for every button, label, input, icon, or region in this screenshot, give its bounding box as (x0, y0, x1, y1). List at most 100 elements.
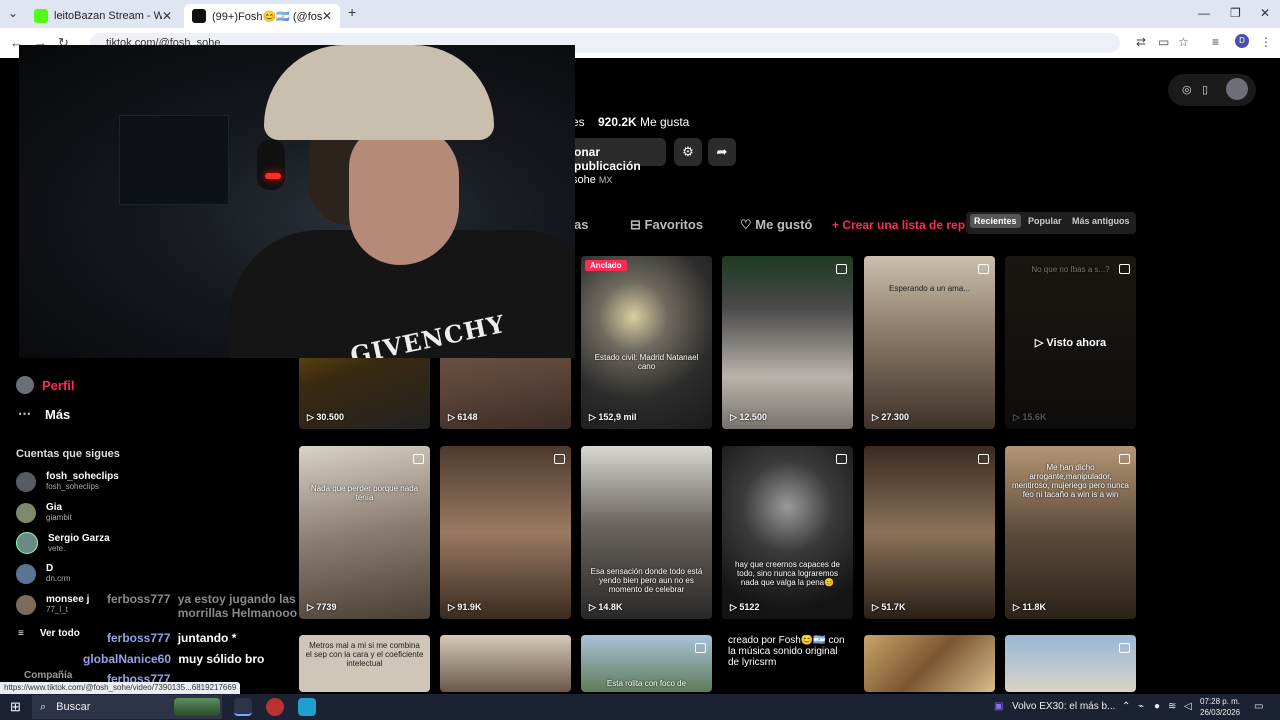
list-icon: ≡ (18, 628, 24, 639)
link-status-url: https://www.tiktok.com/@fosh_sohe/video/… (0, 682, 241, 694)
notification-icon[interactable]: ▭ (1254, 701, 1263, 712)
video-tile[interactable] (864, 635, 995, 692)
sort-mas-antiguos[interactable]: Más antiguos (1072, 216, 1130, 226)
tab-search-icon[interactable]: ⌄ (8, 6, 18, 20)
following-item[interactable]: Sergio Garza vete. (16, 532, 110, 554)
avatar (16, 532, 38, 554)
watched-now-label: ▷ Visto ahora (1034, 337, 1107, 349)
photo-carousel-icon (695, 643, 706, 653)
close-icon[interactable]: ✕ (162, 9, 172, 23)
video-tile[interactable] (440, 635, 571, 692)
video-tile[interactable]: ▷ 91.9K (440, 446, 571, 619)
ver-todo-link[interactable]: ≡ Ver todo (18, 628, 80, 639)
pinned-badge: Anclado (585, 260, 627, 271)
heart-icon: ♡ (740, 217, 752, 232)
bookmark-star-icon[interactable]: ☆ (1178, 35, 1189, 49)
minimize-icon[interactable]: — (1198, 6, 1210, 20)
likes-label: Me gusta (640, 115, 690, 129)
following-item[interactable]: fosh_soheclips fosh_soheclips (16, 471, 119, 492)
browser-tab-bar: ⌄ leitoBazan Stream - Watch Live ✕ (99+)… (0, 0, 1280, 28)
video-tile[interactable]: Nada que perder porque nada tenía ▷ 7739 (299, 446, 430, 619)
close-icon[interactable]: ✕ (322, 9, 332, 23)
avatar (16, 376, 34, 394)
video-tile[interactable]: Anclado Estado civil: Madrid Natanael ca… (581, 256, 712, 429)
search-icon: ⌕ (40, 700, 47, 713)
webcam-overlay: GIVENCHY (19, 45, 575, 358)
streamer-face (349, 125, 459, 265)
photo-carousel-icon (554, 454, 565, 464)
video-tile[interactable]: ▷ 51.7K (864, 446, 995, 619)
obs-taskbar-icon[interactable] (266, 698, 284, 716)
headset-led (265, 173, 281, 179)
share-icon[interactable]: ➦ (708, 138, 736, 166)
tab-tiktok[interactable]: (99+)Fosh😊🇦🇷 (@fosh_sohe) ✕ (184, 4, 340, 28)
close-window-icon[interactable]: ✕ (1260, 6, 1270, 20)
menu-kebab-icon[interactable]: ⋮ (1260, 35, 1272, 49)
photo-carousel-icon (413, 454, 424, 464)
tiktok-icon (192, 9, 206, 23)
sort-popular[interactable]: Popular (1028, 216, 1062, 226)
bookmark-icon: ⊟ (630, 217, 641, 232)
chrome-profile-avatar[interactable]: D (1235, 34, 1249, 48)
taskbar-clock[interactable]: 07:28 p. m. 26/03/2026 (1200, 696, 1240, 718)
settings-gear-icon[interactable]: ⚙ (674, 138, 702, 166)
likes-count: 920.2K (598, 115, 637, 129)
windows-start-icon[interactable]: ⊞ (10, 699, 21, 715)
tab-kick-stream[interactable]: leitoBazan Stream - Watch Live ✕ (26, 4, 180, 28)
kick-icon (34, 9, 48, 23)
profile-bio: sohe MX (572, 174, 613, 186)
avatar (16, 563, 36, 584)
video-tile[interactable]: Esta rolita con foco de (581, 635, 712, 692)
cast-icon[interactable]: ▭ (1158, 35, 1169, 49)
video-tile[interactable]: Metros mal a mi si me combina el sep con… (299, 635, 430, 692)
volume-icon[interactable]: ◁ (1184, 701, 1192, 712)
app-taskbar-icon[interactable] (298, 698, 316, 716)
new-tab-icon[interactable]: + (348, 4, 356, 20)
top-right-controls: ◎ ▯ (1168, 74, 1256, 106)
video-tile[interactable]: Me han dicho arrogante,manipulador, ment… (1005, 446, 1136, 619)
headset (257, 140, 285, 190)
chat-message: ferboss777 ya estoy jugando las morrilla… (107, 592, 298, 620)
compass-icon[interactable]: ◎ (1182, 83, 1192, 96)
wifi-icon[interactable]: ≋ (1168, 701, 1176, 712)
video-tile[interactable]: No que no Ibas a s...? ▷ Visto ahora ▷ 1… (1005, 256, 1136, 429)
following-item[interactable]: Ddn.crm (16, 563, 70, 584)
following-item[interactable]: Gia giambit (16, 502, 72, 523)
maximize-icon[interactable]: ❐ (1230, 6, 1241, 20)
sort-recientes[interactable]: Recientes (970, 214, 1021, 228)
photo-carousel-icon (836, 454, 847, 464)
video-tile[interactable]: hay que creernos capaces de todo, sino n… (722, 446, 853, 619)
chat-message: ferboss777 juntando * (107, 631, 237, 645)
video-tile[interactable] (1005, 635, 1136, 692)
media-title[interactable]: Volvo EX30: el más b... (1012, 701, 1115, 712)
avatar (16, 471, 36, 492)
chat-message: globalNanice60 muy sólido bro (83, 652, 265, 666)
sort-toggle: Recientes Popular Más antiguos (966, 212, 1136, 234)
video-tile[interactable]: Esperando a un ama... ▷ 27.300 (864, 256, 995, 429)
search-highlight-image (174, 698, 220, 716)
promote-post-button[interactable]: onar publicación (562, 138, 666, 173)
chevron-up-icon[interactable]: ⌃ (1122, 701, 1130, 712)
video-tile[interactable]: ▷ 12.500 (722, 256, 853, 429)
network-icon[interactable]: ⌁ (1138, 701, 1144, 712)
chrome-taskbar-icon[interactable] (234, 698, 252, 716)
footer-company[interactable]: Compañía (24, 670, 72, 681)
reading-list-icon[interactable]: ≡ (1212, 35, 1219, 49)
video-tile[interactable]: creado por Fosh😊🇦🇷 con la música sonido … (722, 635, 853, 692)
video-tile[interactable]: Esa sensación donde todo está yendo bien… (581, 446, 712, 619)
media-icon[interactable]: ▣ (994, 701, 1003, 712)
user-avatar[interactable] (1226, 78, 1248, 100)
tab-videos[interactable]: as (574, 217, 588, 232)
photo-carousel-icon (1119, 643, 1130, 653)
background-monitor (119, 115, 229, 205)
following-item[interactable]: monsee j 77_l_t (16, 594, 89, 615)
phone-icon[interactable]: ▯ (1202, 83, 1208, 96)
sidebar-item-perfil[interactable]: Perfil (16, 376, 75, 394)
tab-favoritos[interactable]: ⊟ Favoritos (630, 217, 703, 233)
photo-carousel-icon (836, 264, 847, 274)
translate-icon[interactable]: ⇄ (1136, 35, 1146, 49)
sidebar-item-mas[interactable]: ⋯ Más (18, 406, 70, 422)
avatar (16, 502, 36, 523)
mic-icon[interactable]: ● (1154, 701, 1160, 712)
tab-me-gusto[interactable]: ♡ Me gustó (740, 217, 812, 233)
